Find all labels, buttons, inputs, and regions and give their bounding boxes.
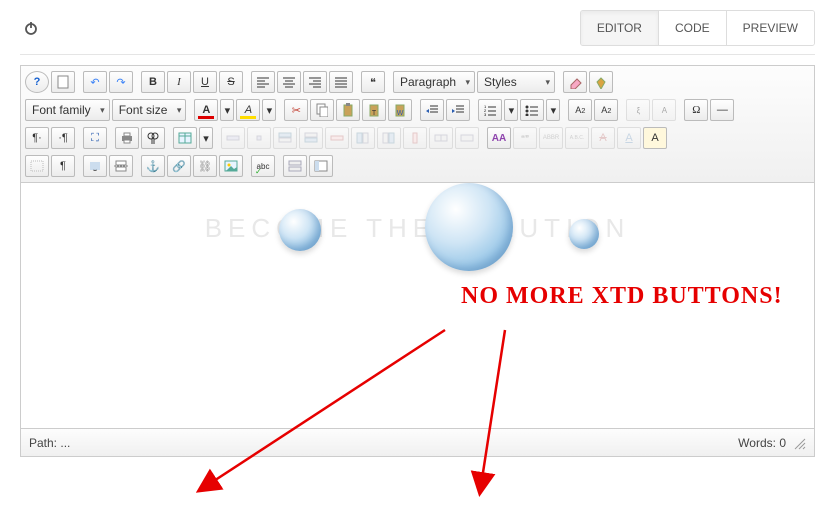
special-char-button[interactable]: Ω (684, 99, 708, 121)
ins-button: A (652, 99, 676, 121)
watermark-text: BECOME THE SOLUTION (205, 213, 631, 244)
bubble-decoration (569, 219, 599, 249)
print-button[interactable] (115, 127, 139, 149)
insert-row-before-button (273, 127, 297, 149)
indent-button[interactable] (446, 99, 470, 121)
search-button[interactable] (141, 127, 165, 149)
numbered-list-button[interactable]: 123 (478, 99, 502, 121)
nonbreaking-button[interactable]: ⎵ (83, 155, 107, 177)
show-invisible-button[interactable]: ¶ (51, 155, 75, 177)
tab-editor[interactable]: EDITOR (581, 11, 658, 45)
top-bar: EDITOR CODE PREVIEW (20, 10, 815, 55)
fontfamily-select[interactable]: Font family (25, 99, 110, 121)
underline-button[interactable]: U (193, 71, 217, 93)
resize-grip-icon[interactable] (792, 436, 806, 450)
align-center-button[interactable] (277, 71, 301, 93)
ltr-button[interactable]: ·¶ (51, 127, 75, 149)
annotation-text: NO MORE XTD BUTTONS! (461, 283, 783, 310)
insert-col-before-button (351, 127, 375, 149)
format-select[interactable]: Paragraph (393, 71, 475, 93)
tab-preview[interactable]: PREVIEW (726, 11, 814, 45)
blockquote-button[interactable]: ❝ (361, 71, 385, 93)
svg-text:⎵: ⎵ (94, 164, 97, 171)
svg-text:3: 3 (484, 112, 487, 116)
copy-button[interactable] (310, 99, 334, 121)
del-button: A (591, 127, 615, 149)
merge-cells-button (455, 127, 479, 149)
subscript-button[interactable]: A2 (568, 99, 592, 121)
image-button[interactable] (219, 155, 243, 177)
bullet-list-picker[interactable]: ▾ (546, 99, 560, 121)
forecolor-button[interactable]: A (194, 99, 218, 121)
cite-button: ξ (626, 99, 650, 121)
split-cells-button (429, 127, 453, 149)
anchor-button[interactable]: ⚓ (141, 155, 165, 177)
abbr-button: ABBR (539, 127, 563, 149)
eraser-button[interactable] (563, 71, 587, 93)
hr-button[interactable]: — (710, 99, 734, 121)
paste-button[interactable] (336, 99, 360, 121)
fullscreen-button[interactable]: ⛶ (83, 127, 107, 149)
row-props-button (221, 127, 245, 149)
cite66-button: ❝❞ (513, 127, 537, 149)
align-left-button[interactable] (251, 71, 275, 93)
newdoc-button[interactable] (51, 71, 75, 93)
fontsize-select[interactable]: Font size (112, 99, 187, 121)
view-tabs: EDITOR CODE PREVIEW (580, 10, 815, 46)
readmore-button[interactable] (283, 155, 307, 177)
link-button[interactable]: 🔗 (167, 155, 191, 177)
editor-canvas[interactable]: BECOME THE SOLUTION NO MORE XTD BUTTONS! (21, 183, 814, 428)
undo-button[interactable]: ↶ (83, 71, 107, 93)
delete-row-button (325, 127, 349, 149)
rtl-button[interactable]: ¶· (25, 127, 49, 149)
styleprops-button[interactable]: AA (487, 127, 511, 149)
acronym-button: A.B.C. (565, 127, 589, 149)
italic-button[interactable]: I (167, 71, 191, 93)
template-button[interactable] (309, 155, 333, 177)
pagebreak-button[interactable] (109, 155, 133, 177)
delete-col-button (403, 127, 427, 149)
editor-toolbar: ? ↶ ↷ B I U S ❝ Paragraph Styles (21, 66, 814, 183)
paste-text-button[interactable]: T (362, 99, 386, 121)
styles-select[interactable]: Styles (477, 71, 555, 93)
attribs-button[interactable]: A (643, 127, 667, 149)
editor-panel: ? ↶ ↷ B I U S ❝ Paragraph Styles (20, 65, 815, 457)
ins2-button: A (617, 127, 641, 149)
svg-text:W: W (397, 110, 404, 117)
backcolor-picker[interactable]: ▾ (262, 99, 276, 121)
outdent-button[interactable] (420, 99, 444, 121)
visual-aid-button[interactable] (25, 155, 49, 177)
bubble-decoration (425, 183, 513, 271)
help-icon[interactable]: ? (25, 71, 49, 93)
svg-text:T: T (372, 110, 377, 117)
insert-row-after-button (299, 127, 323, 149)
power-button[interactable] (20, 17, 42, 39)
align-justify-button[interactable] (329, 71, 353, 93)
path-label: Path: ... (29, 436, 70, 450)
spellcheck-button[interactable]: abc✓ (251, 155, 275, 177)
tab-code[interactable]: CODE (658, 11, 726, 45)
cleanup-button[interactable] (589, 71, 613, 93)
status-bar: Path: ... Words: 0 (21, 428, 814, 456)
paste-word-button[interactable]: W (388, 99, 412, 121)
forecolor-picker[interactable]: ▾ (220, 99, 234, 121)
insert-col-after-button (377, 127, 401, 149)
cut-button[interactable]: ✂ (284, 99, 308, 121)
backcolor-button[interactable]: A (236, 99, 260, 121)
word-count: Words: 0 (738, 436, 786, 450)
redo-button[interactable]: ↷ (109, 71, 133, 93)
unlink-button[interactable]: ⛓ (193, 155, 217, 177)
table-picker[interactable]: ▾ (199, 127, 213, 149)
superscript-button[interactable]: A2 (594, 99, 618, 121)
bold-button[interactable]: B (141, 71, 165, 93)
align-right-button[interactable] (303, 71, 327, 93)
numbered-list-picker[interactable]: ▾ (504, 99, 518, 121)
cell-props-button (247, 127, 271, 149)
insert-table-button[interactable] (173, 127, 197, 149)
strikethrough-button[interactable]: S (219, 71, 243, 93)
bubble-decoration (279, 209, 321, 251)
bullet-list-button[interactable] (520, 99, 544, 121)
